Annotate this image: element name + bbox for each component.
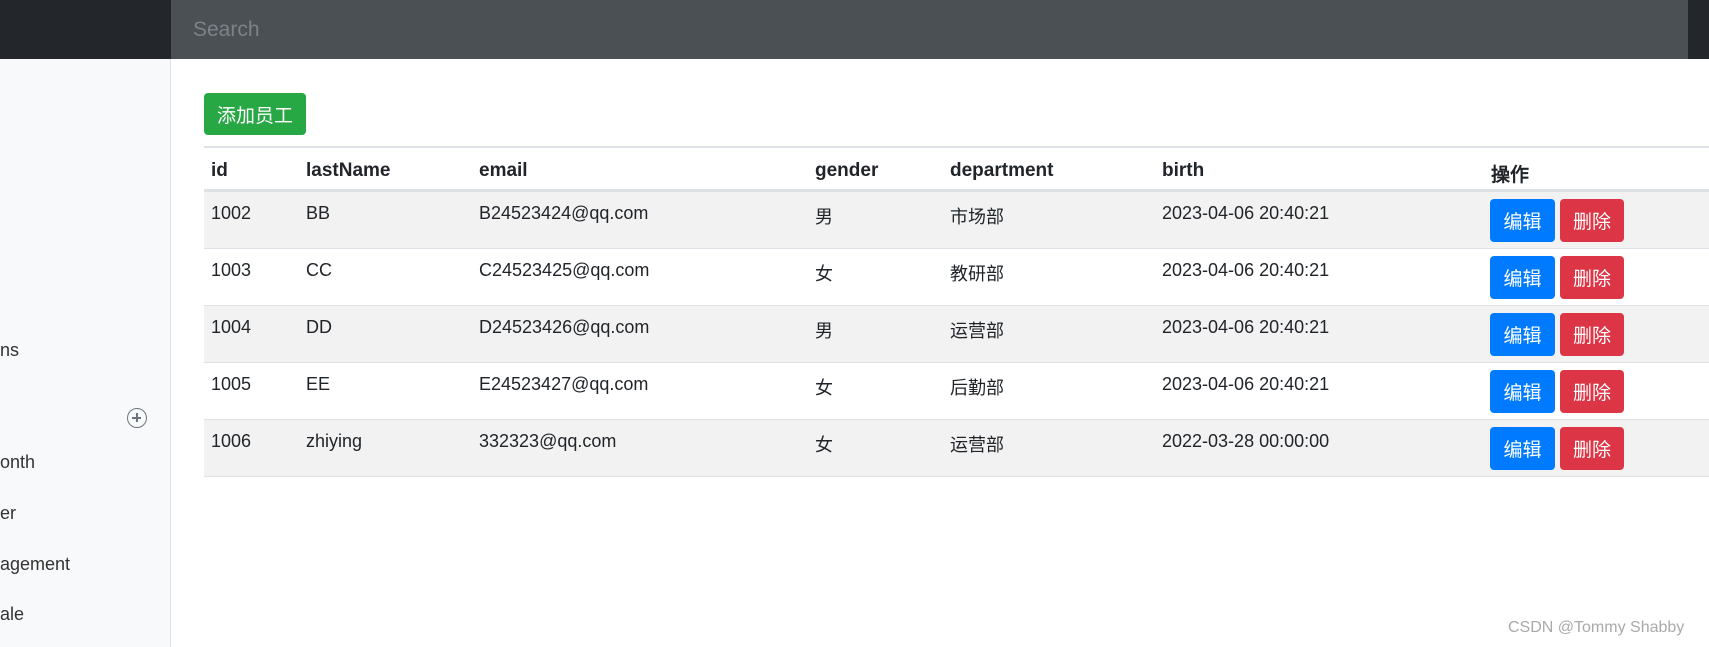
cell-birth: 2023-04-06 20:40:21 [1162, 317, 1330, 337]
watermark: CSDN @Tommy Shabby [1508, 619, 1685, 636]
cell-gender: 女 [815, 435, 833, 455]
cell-email: E24523427@qq.com [479, 374, 649, 394]
edit-button[interactable]: 编辑 [1490, 199, 1555, 242]
add-employee-button[interactable]: 添加员工 [204, 93, 306, 135]
column-header-lastname: lastName [306, 160, 391, 181]
delete-button[interactable]: 删除 [1560, 313, 1624, 356]
cell-lastname: DD [306, 317, 332, 337]
edit-button[interactable]: 编辑 [1490, 370, 1555, 413]
cell-department: 市场部 [950, 207, 1004, 227]
delete-button[interactable]: 删除 [1560, 370, 1624, 413]
cell-gender: 男 [815, 207, 833, 227]
delete-button[interactable]: 删除 [1560, 256, 1624, 299]
cell-lastname: BB [306, 203, 331, 223]
cell-department: 后勤部 [950, 378, 1004, 398]
cell-gender: 女 [815, 264, 833, 284]
cell-lastname: EE [306, 374, 331, 394]
edit-button[interactable]: 编辑 [1490, 256, 1555, 299]
plus-circle-icon[interactable] [127, 408, 147, 428]
cell-email: B24523424@qq.com [479, 203, 649, 223]
column-header-birth: birth [1162, 160, 1205, 181]
edit-button[interactable]: 编辑 [1490, 313, 1555, 356]
column-header-id: id [211, 160, 228, 181]
cell-lastname: CC [306, 260, 332, 280]
cell-department: 运营部 [950, 435, 1004, 455]
cell-email: C24523425@qq.com [479, 260, 650, 280]
column-header-gender: gender [815, 160, 879, 181]
column-header-email: email [479, 160, 528, 181]
cell-id: 1003 [211, 260, 252, 280]
sidebar-item[interactable]: ns [0, 340, 19, 366]
employee-table: id lastName email gender department birt… [204, 146, 1709, 477]
search-input[interactable] [171, 0, 1688, 59]
cell-birth: 2023-04-06 20:40:21 [1162, 260, 1330, 280]
cell-gender: 男 [815, 321, 833, 341]
column-header-department: department [950, 160, 1054, 181]
cell-birth: 2023-04-06 20:40:21 [1162, 203, 1330, 223]
sidebar-item[interactable]: ale [0, 604, 24, 630]
cell-birth: 2023-04-06 20:40:21 [1162, 374, 1330, 394]
cell-department: 教研部 [950, 264, 1004, 284]
cell-email: 332323@qq.com [479, 431, 617, 451]
delete-button[interactable]: 删除 [1560, 427, 1624, 470]
cell-id: 1004 [211, 317, 252, 337]
cell-id: 1006 [211, 431, 252, 451]
sidebar-item[interactable]: er [0, 503, 16, 529]
navbar-right-edge [1688, 0, 1709, 59]
table-row: 1002 BB B24523424@qq.com 男 市场部 2023-04-0… [204, 192, 1709, 249]
sidebar-item[interactable]: agement [0, 554, 70, 580]
cell-department: 运营部 [950, 321, 1004, 341]
cell-birth: 2022-03-28 00:00:00 [1162, 431, 1330, 451]
delete-button[interactable]: 删除 [1560, 199, 1624, 242]
edit-button[interactable]: 编辑 [1490, 427, 1555, 470]
table-row: 1006 zhiying 332323@qq.com 女 运营部 2022-03… [204, 420, 1709, 477]
cell-lastname: zhiying [306, 431, 363, 451]
cell-id: 1005 [211, 374, 252, 394]
table-row: 1004 DD D24523426@qq.com 男 运营部 2023-04-0… [204, 306, 1709, 363]
table-header: id lastName email gender department birt… [204, 146, 1709, 192]
cell-id: 1002 [211, 203, 252, 223]
table-row: 1005 EE E24523427@qq.com 女 后勤部 2023-04-0… [204, 363, 1709, 420]
table-row: 1003 CC C24523425@qq.com 女 教研部 2023-04-0… [204, 249, 1709, 306]
sidebar-item[interactable]: onth [0, 452, 35, 478]
column-header-actions: 操作 [1491, 165, 1530, 186]
cell-gender: 女 [815, 378, 833, 398]
navbar-brand [0, 0, 172, 59]
cell-email: D24523426@qq.com [479, 317, 650, 337]
